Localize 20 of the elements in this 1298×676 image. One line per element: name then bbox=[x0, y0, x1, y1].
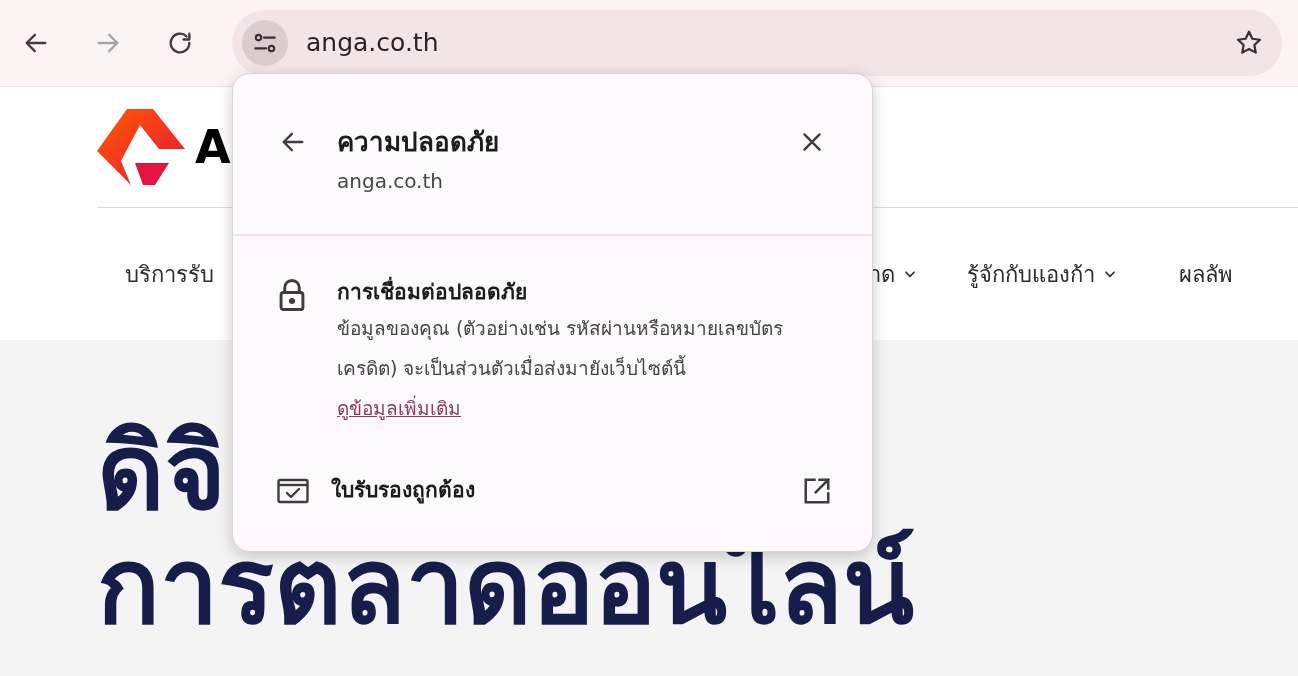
nav-menu-item[interactable]: าด bbox=[869, 257, 917, 291]
site-settings-button[interactable] bbox=[242, 20, 288, 66]
address-bar[interactable]: anga.co.th bbox=[232, 10, 1282, 76]
nav-menu-item[interactable]: รู้จักกับแองก้า bbox=[967, 257, 1117, 291]
headline-text: ดิจิ bbox=[97, 415, 226, 529]
connection-title: การเชื่อมต่อปลอดภัย bbox=[337, 276, 807, 308]
logo-text: A bbox=[195, 124, 231, 170]
logo-icon bbox=[97, 109, 185, 185]
nav-menu-item[interactable]: บริการรับ bbox=[125, 257, 214, 291]
popup-title: ความปลอดภัย bbox=[337, 126, 499, 159]
external-link-icon bbox=[802, 476, 832, 506]
certificate-check-icon bbox=[277, 478, 309, 504]
url-text: anga.co.th bbox=[306, 27, 439, 60]
popup-subtitle: anga.co.th bbox=[337, 168, 444, 195]
lock-icon bbox=[277, 278, 307, 312]
headline-text: การตลาดออนไลน์ bbox=[97, 529, 914, 643]
learn-more-link[interactable]: ดูข้อมูลเพิ่มเติม bbox=[337, 397, 461, 419]
nav-menu-item[interactable]: ผลลัพ bbox=[1179, 257, 1233, 291]
certificate-row[interactable]: ใบรับรองถูกต้อง bbox=[233, 466, 872, 516]
connection-description: ข้อมูลของคุณ (ตัวอย่างเช่น รหัสผ่านหรือหมายเลขบัตรเครดิต) จะเป็นส่วนตัวเมื่อส่งมายังเว็บไซต์นี้ ดูข้อมูลเพิ่มเติม bbox=[337, 316, 785, 422]
